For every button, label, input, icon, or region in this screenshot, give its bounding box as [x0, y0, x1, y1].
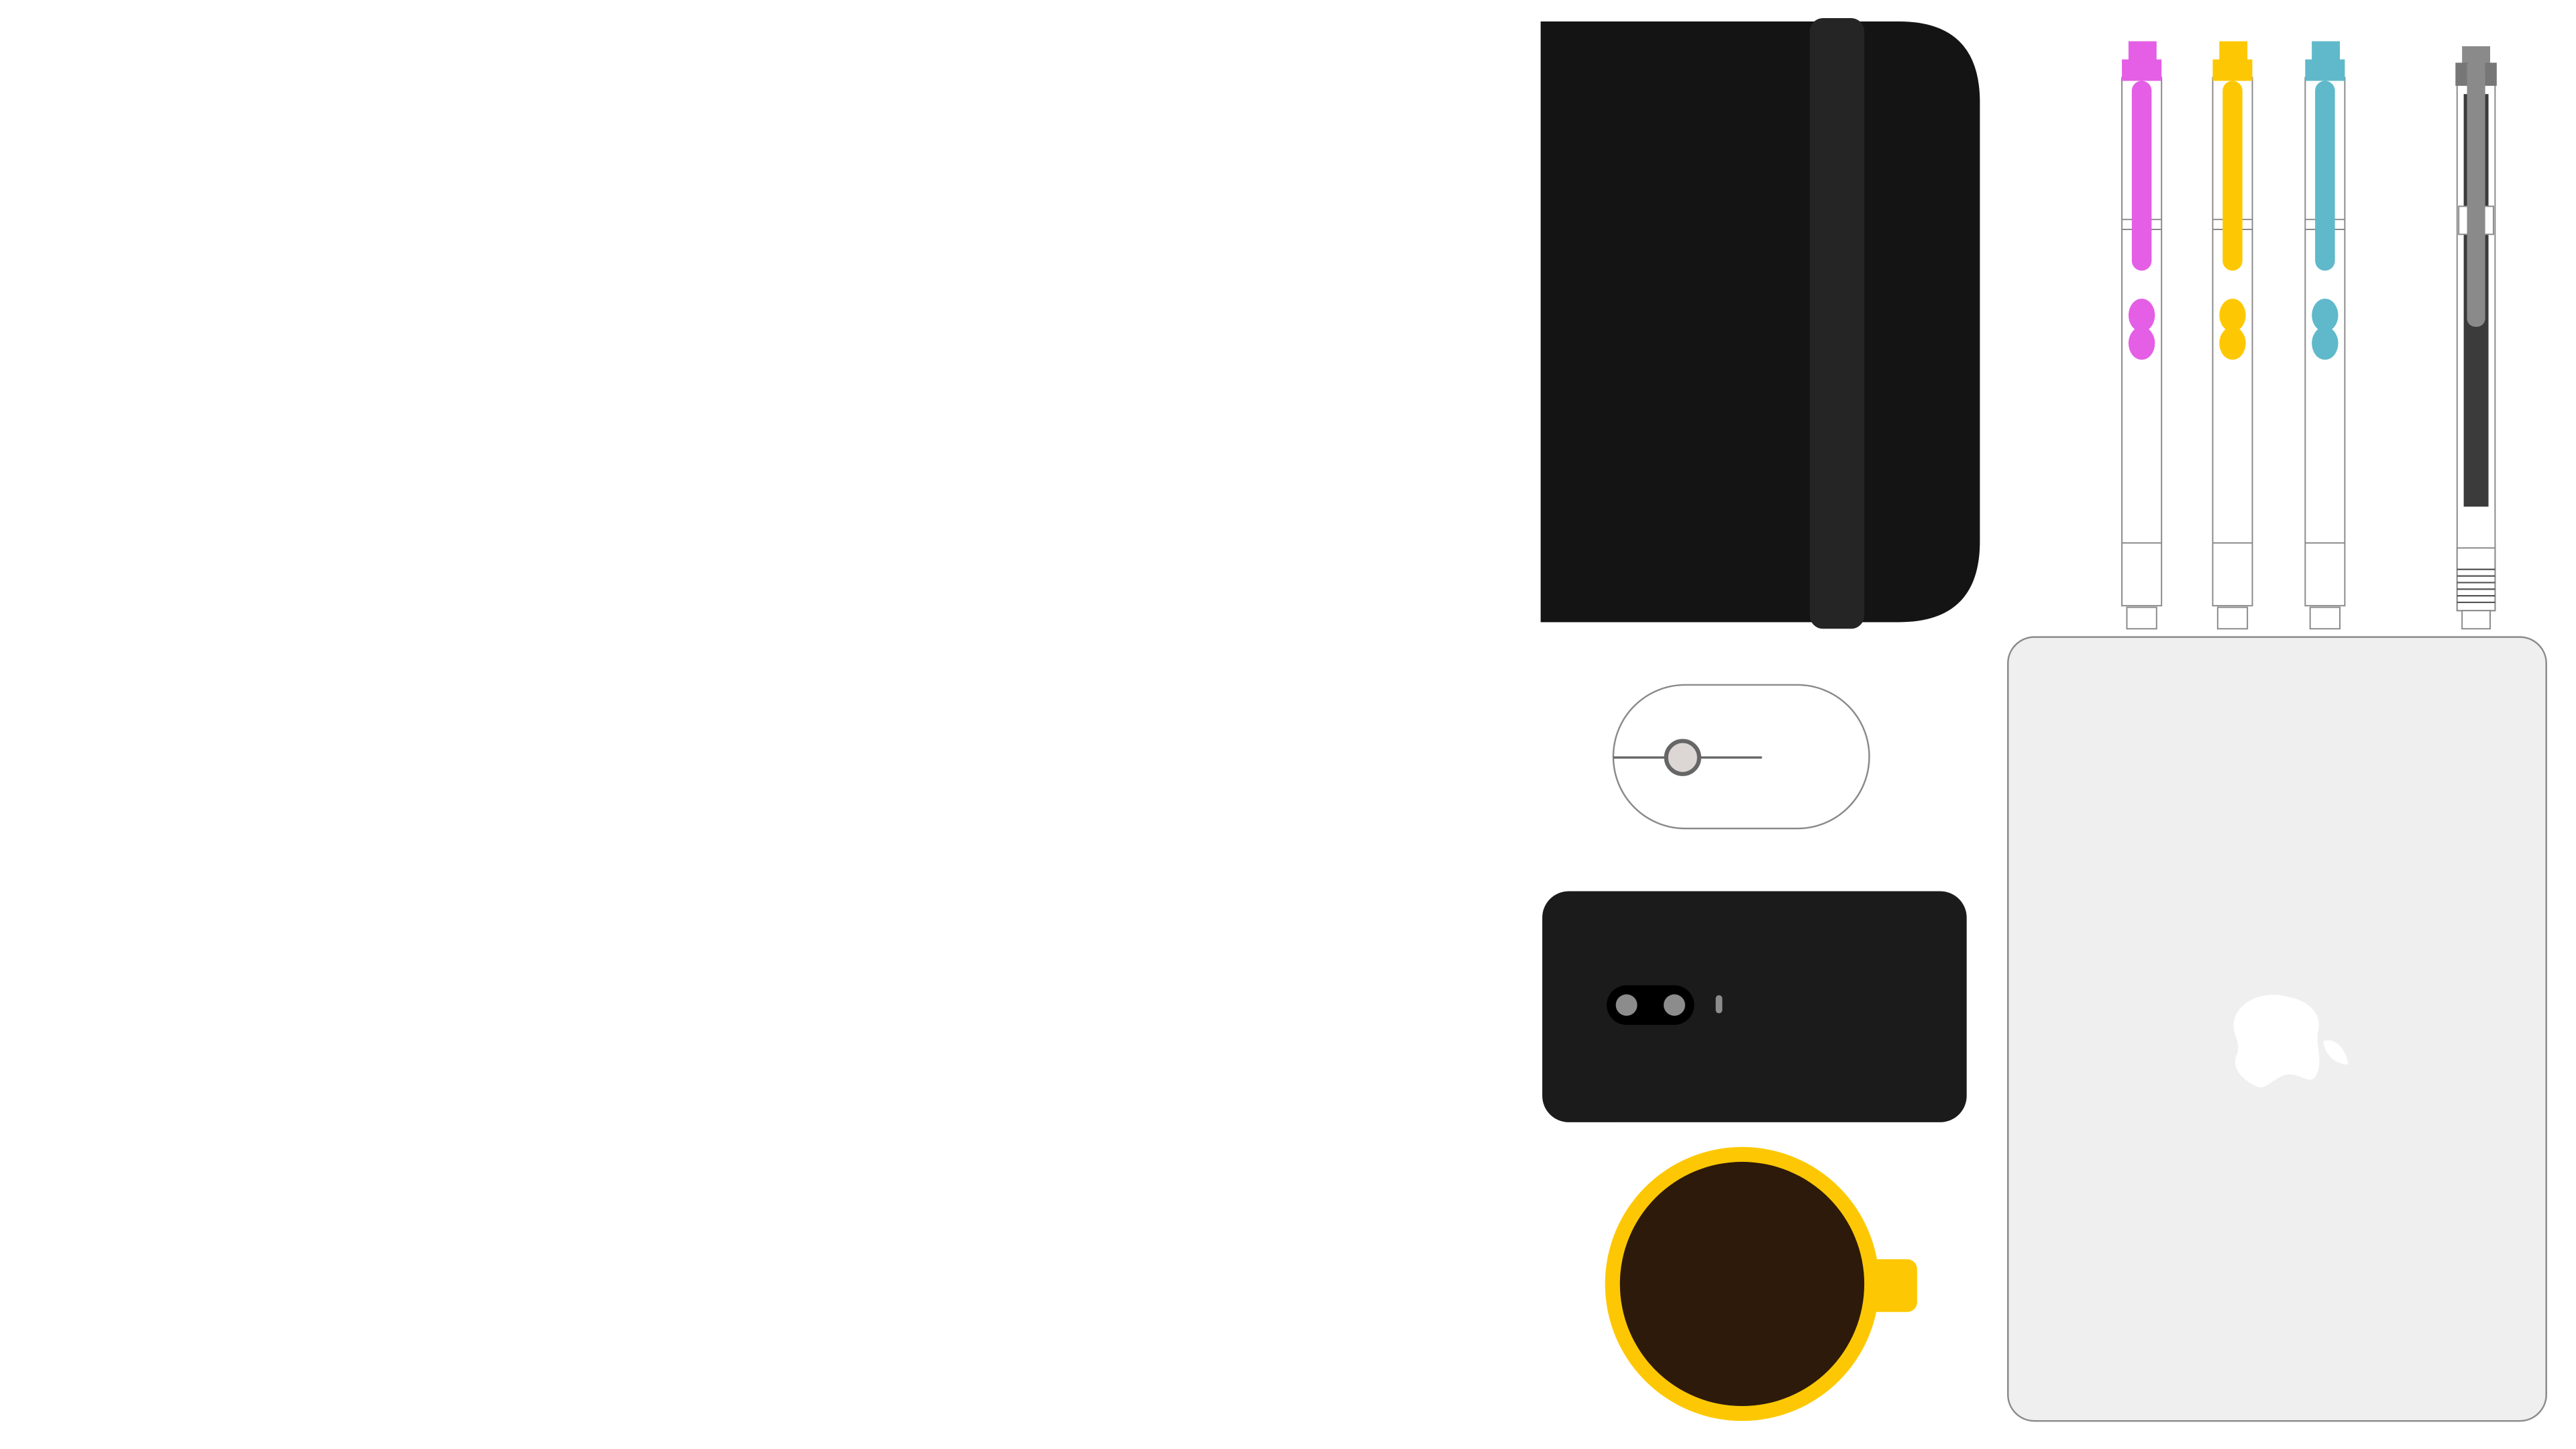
phone-camera-lens [1664, 994, 1685, 1016]
smartphone-back-illustration [1542, 891, 1967, 1122]
desk-flatlay-scene [1540, 18, 2547, 1422]
mouse-scroll-wheel [1664, 739, 1701, 776]
mechanical-pencil-gray [2455, 46, 2497, 630]
notebook-illustration [1540, 18, 1980, 629]
highlighter-pen-yellow [2212, 41, 2253, 630]
notebook-cover [1540, 21, 1980, 623]
highlighter-pen-magenta [2121, 41, 2163, 630]
coffee-mug-illustration [1605, 1146, 1917, 1421]
notebook-elastic-strap [1809, 18, 1865, 629]
mug-coffee [1619, 1161, 1865, 1407]
phone-camera-lens [1615, 994, 1638, 1016]
laptop-lid-illustration [2007, 636, 2547, 1422]
phone-flash [1715, 995, 1723, 1014]
wireless-mouse-illustration [1612, 684, 1870, 830]
highlighter-pen-teal [2304, 41, 2346, 630]
